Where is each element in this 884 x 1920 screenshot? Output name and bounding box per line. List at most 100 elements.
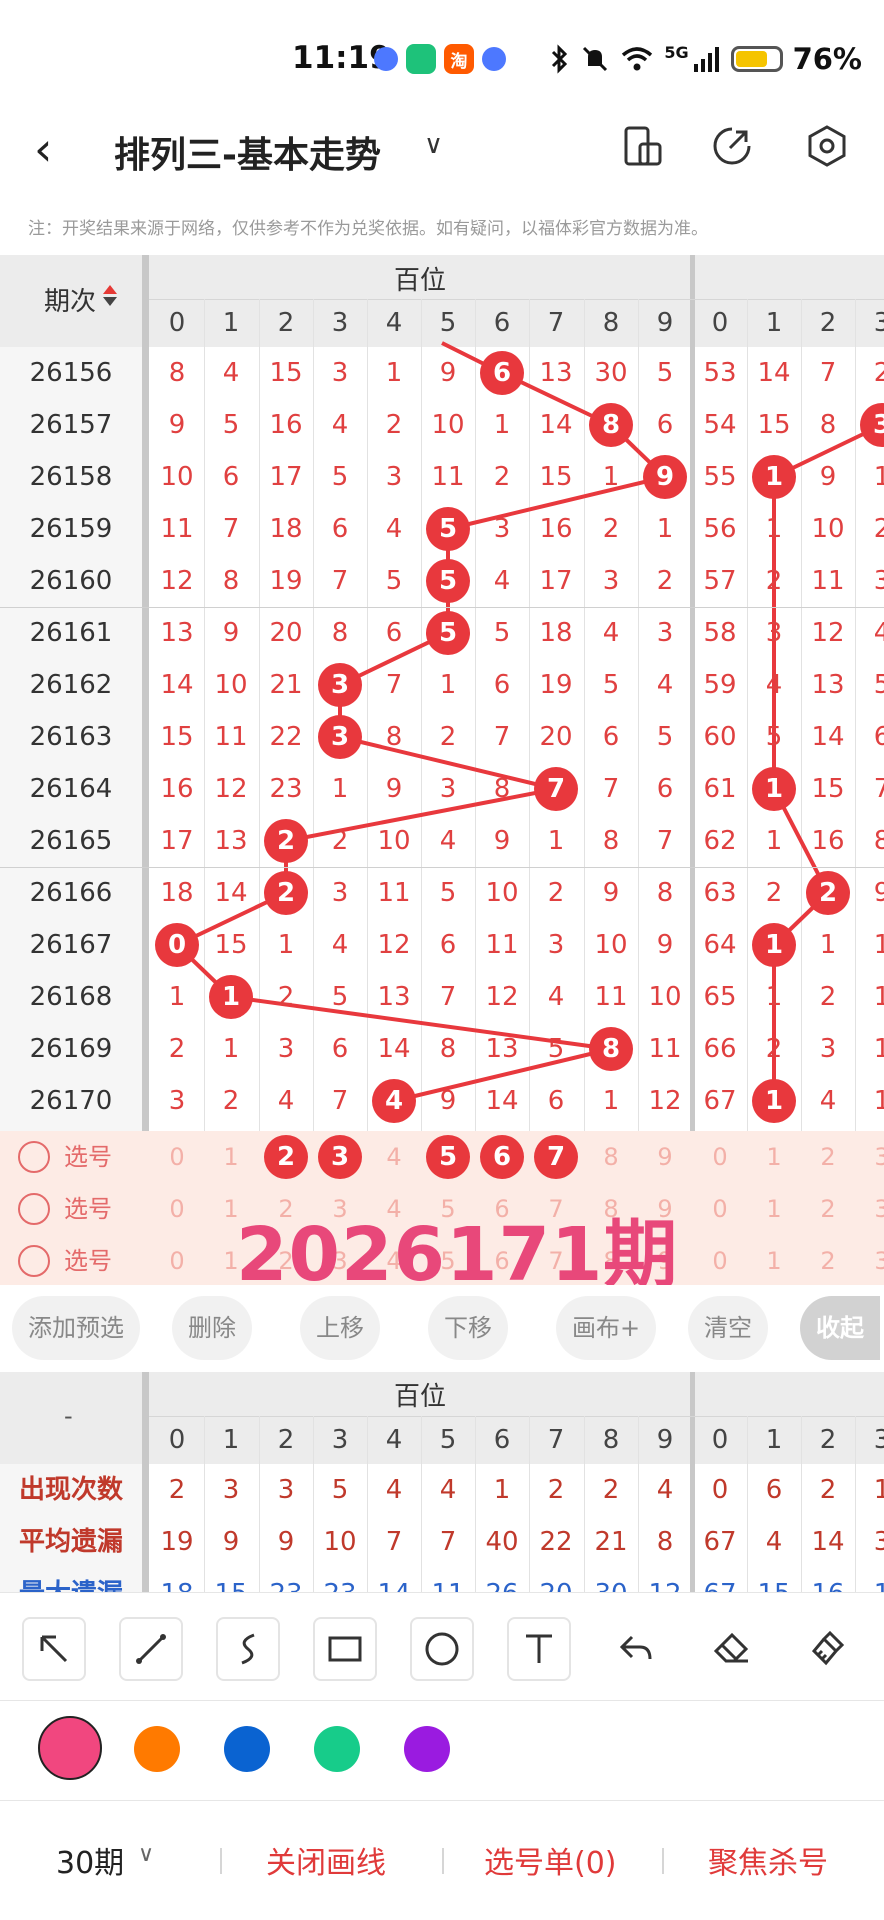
select-digit[interactable]: 2 [801, 1235, 855, 1285]
hit-ball[interactable]: 2 [264, 819, 308, 863]
select-digit[interactable]: 4 [367, 1131, 421, 1183]
selection-list-button[interactable]: 选号单(0) [484, 1838, 617, 1882]
select-row[interactable]: 选号 [0, 1131, 142, 1183]
hit-ball[interactable]: 4 [372, 1079, 416, 1123]
select-row[interactable]: 选号 [0, 1183, 142, 1235]
select-digit[interactable]: 0 [693, 1131, 747, 1183]
hit-ball[interactable]: 5 [426, 559, 470, 603]
rectangle-icon[interactable] [313, 1617, 377, 1681]
period-cell[interactable]: 26156 [0, 347, 142, 399]
hit-ball[interactable]: 1 [752, 767, 796, 811]
selected-ball[interactable]: 7 [534, 1135, 578, 1179]
select-row[interactable]: 选号 [0, 1235, 142, 1285]
hit-ball[interactable]: 9 [643, 455, 687, 499]
period-cell[interactable]: 26164 [0, 763, 142, 815]
hit-ball[interactable]: 0 [155, 923, 199, 967]
hit-ball[interactable]: 3 [318, 715, 362, 759]
radio-circle[interactable] [18, 1245, 50, 1277]
period-cell[interactable]: 26160 [0, 555, 142, 607]
page-title[interactable]: 排列三-基本走势 [114, 126, 381, 178]
share-icon[interactable] [710, 124, 754, 168]
period-cell[interactable]: 26158 [0, 451, 142, 503]
toolbar-button[interactable]: 收起 [800, 1296, 880, 1360]
period-cell[interactable]: 26170 [0, 1075, 142, 1127]
hit-ball[interactable]: 1 [209, 975, 253, 1019]
period-cell[interactable]: 26165 [0, 815, 142, 867]
hit-ball[interactable]: 3 [318, 663, 362, 707]
hit-ball[interactable]: 8 [589, 1027, 633, 1071]
color-swatch[interactable] [404, 1726, 450, 1772]
hit-ball[interactable]: 6 [480, 351, 524, 395]
select-digit[interactable]: 9 [638, 1131, 692, 1183]
period-cell[interactable]: 26161 [0, 607, 142, 659]
color-swatch[interactable] [38, 1716, 102, 1780]
period-cell[interactable]: 26168 [0, 971, 142, 1023]
chevron-down-icon[interactable]: ∨ [138, 1842, 154, 1867]
color-swatch[interactable] [314, 1726, 360, 1772]
toolbar-button[interactable]: 画布+ [556, 1296, 657, 1360]
select-label[interactable]: 选号 [64, 1183, 112, 1235]
period-cell[interactable]: 26167 [0, 919, 142, 971]
select-digit[interactable]: 1 [204, 1131, 258, 1183]
text-icon[interactable] [507, 1617, 571, 1681]
select-digit[interactable]: 0 [693, 1183, 747, 1235]
select-label[interactable]: 选号 [64, 1131, 112, 1183]
period-cell[interactable]: 26157 [0, 399, 142, 451]
select-digit[interactable]: 1 [747, 1131, 801, 1183]
hit-ball[interactable]: 7 [534, 767, 578, 811]
radio-circle[interactable] [18, 1193, 50, 1225]
period-cell[interactable]: 26166 [0, 867, 142, 919]
select-digit[interactable]: 2 [801, 1183, 855, 1235]
select-digit[interactable]: 0 [693, 1235, 747, 1285]
toolbar-button[interactable]: 添加预选 [12, 1296, 140, 1360]
radio-circle[interactable] [18, 1141, 50, 1173]
focus-kill-button[interactable]: 聚焦杀号 [708, 1838, 828, 1882]
hit-ball[interactable]: 5 [426, 611, 470, 655]
undo-icon[interactable] [604, 1617, 668, 1681]
period-cell[interactable]: 26162 [0, 659, 142, 711]
clear-brush-icon[interactable] [796, 1617, 860, 1681]
select-label[interactable]: 选号 [64, 1235, 112, 1285]
select-digit[interactable]: 1 [747, 1183, 801, 1235]
toolbar-button[interactable]: 下移 [428, 1296, 508, 1360]
select-digit[interactable]: 1 [747, 1235, 801, 1285]
toolbar-button[interactable]: 删除 [172, 1296, 252, 1360]
period-cell[interactable]: 26163 [0, 711, 142, 763]
settings-icon[interactable] [805, 124, 849, 168]
select-digit[interactable]: 0 [150, 1235, 204, 1285]
hit-ball[interactable]: 1 [752, 455, 796, 499]
period-select[interactable]: 30期 [56, 1838, 124, 1882]
hit-ball[interactable]: 8 [589, 403, 633, 447]
chevron-down-icon[interactable]: ∨ [424, 130, 443, 160]
selected-ball[interactable]: 3 [318, 1135, 362, 1179]
arrow-icon[interactable] [22, 1617, 86, 1681]
hit-ball[interactable]: 1 [752, 923, 796, 967]
period-cell[interactable]: 26159 [0, 503, 142, 555]
eraser-icon[interactable] [700, 1617, 764, 1681]
device-rotate-icon[interactable] [620, 124, 664, 168]
select-digit[interactable]: 3 [855, 1183, 884, 1235]
select-digit[interactable]: 0 [150, 1183, 204, 1235]
select-digit[interactable]: 3 [855, 1235, 884, 1285]
hit-ball[interactable]: 1 [752, 1079, 796, 1123]
hit-ball[interactable]: 2 [264, 871, 308, 915]
curve-icon[interactable] [216, 1617, 280, 1681]
period-cell[interactable]: 26169 [0, 1023, 142, 1075]
selected-ball[interactable]: 6 [480, 1135, 524, 1179]
close-lines-button[interactable]: 关闭画线 [266, 1838, 386, 1882]
color-swatch[interactable] [134, 1726, 180, 1772]
select-digit[interactable]: 8 [584, 1131, 638, 1183]
toolbar-button[interactable]: 清空 [688, 1296, 768, 1360]
ellipse-icon[interactable] [410, 1617, 474, 1681]
color-swatch[interactable] [224, 1726, 270, 1772]
select-digit[interactable]: 0 [150, 1131, 204, 1183]
selected-ball[interactable]: 2 [264, 1135, 308, 1179]
selected-ball[interactable]: 5 [426, 1135, 470, 1179]
hit-ball[interactable]: 5 [426, 507, 470, 551]
hit-ball[interactable]: 2 [806, 871, 850, 915]
line-icon[interactable] [119, 1617, 183, 1681]
select-digit[interactable]: 3 [855, 1131, 884, 1183]
select-digit[interactable]: 2 [801, 1131, 855, 1183]
back-button[interactable]: ‹ [34, 122, 52, 176]
toolbar-button[interactable]: 上移 [300, 1296, 380, 1360]
